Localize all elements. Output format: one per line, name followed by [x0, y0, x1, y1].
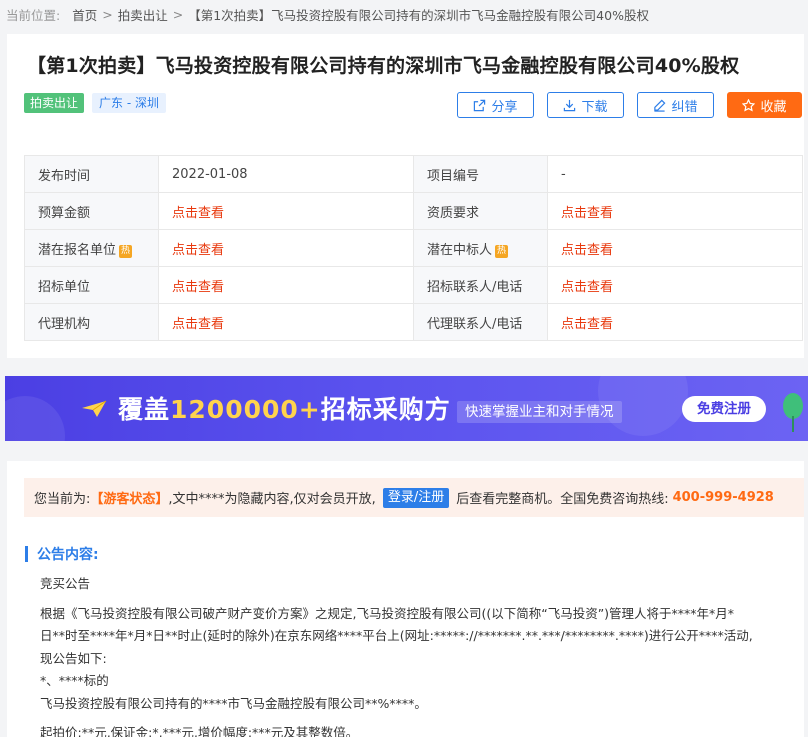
hot-badge: 热 [495, 244, 509, 258]
info-key: 代理联系人/电话 [413, 303, 548, 341]
announcement-card: 您当前为: 【游客状态】 ,文中****为隐藏内容,仅对会员开放, 登录/注册 … [7, 461, 804, 737]
info-key-with-badge: 潜在报名单位热 [24, 229, 159, 267]
announcement-heading: 竞买公告 [40, 576, 91, 591]
share-button[interactable]: 分享 [457, 92, 534, 118]
favorite-label: 收藏 [760, 99, 787, 115]
table-row: 预算金额 点击查看 资质要求 点击查看 [24, 192, 803, 230]
breadcrumb: 当前位置: 首页 > 拍卖出让 > 【第1次拍卖】飞马投资控股有限公司持有的深圳… [6, 4, 649, 24]
announcement-content: 竞买公告 根据《飞马投资控股有限公司破产财产变价方案》之规定,飞马投资控股有限公… [40, 573, 792, 737]
section-title: 公告内容: [25, 545, 99, 563]
info-key: 代理机构 [24, 303, 159, 341]
breadcrumb-category-link[interactable]: 拍卖出让 [118, 5, 168, 24]
breadcrumb-current: 【第1次拍卖】飞马投资控股有限公司持有的深圳市飞马金融控股有限公司40%股权 [188, 7, 649, 23]
star-icon [742, 98, 756, 112]
view-tenderer-link[interactable]: 点击查看 [158, 266, 414, 304]
notice-after: 后查看完整商机。全国免费咨询热线: [456, 492, 669, 507]
section-title-text: 公告内容: [37, 547, 99, 563]
announcement-paragraph: *、****标的 [40, 673, 109, 688]
info-key: 预算金额 [24, 192, 159, 230]
view-potential-applicants-link[interactable]: 点击查看 [158, 229, 414, 267]
info-value: 2022-01-08 [158, 155, 414, 193]
info-key: 项目编号 [413, 155, 548, 193]
section-title-bar [25, 546, 28, 562]
correct-label: 纠错 [671, 99, 698, 115]
guest-status: 【游客状态】 [90, 492, 169, 507]
info-key-with-badge: 潜在中标人热 [413, 229, 548, 267]
type-tag[interactable]: 拍卖出让 [24, 93, 85, 113]
info-key: 潜在中标人 [427, 242, 493, 258]
info-value: - [547, 155, 803, 193]
hotline-number: 400-999-4928 [672, 490, 774, 505]
table-row: 招标单位 点击查看 招标联系人/电话 点击查看 [24, 266, 803, 304]
promo-banner[interactable]: 覆盖1200000+招标采购方 快速掌握业主和对手情况 免费注册 [5, 376, 808, 441]
edit-icon [654, 99, 666, 112]
banner-decoration [5, 396, 65, 441]
download-icon [564, 99, 576, 111]
notice-prefix: 您当前为: [34, 492, 91, 507]
view-qualification-link[interactable]: 点击查看 [547, 192, 803, 230]
breadcrumb-label: 当前位置: [6, 7, 61, 23]
info-key: 潜在报名单位 [38, 242, 117, 258]
page-title: 【第1次拍卖】飞马投资控股有限公司持有的深圳市飞马金融控股有限公司40%股权 [27, 55, 740, 77]
banner-headline-suffix: 招标采购方 [320, 395, 451, 424]
hot-badge: 热 [119, 244, 133, 258]
project-info-table: 发布时间 2022-01-08 项目编号 - 预算金额 点击查看 资质要求 点击… [24, 155, 803, 341]
project-header-card: 【第1次拍卖】飞马投资控股有限公司持有的深圳市飞马金融控股有限公司40%股权 拍… [7, 34, 804, 358]
info-key: 发布时间 [24, 155, 159, 193]
banner-headline: 覆盖1200000+招标采购方 [118, 390, 451, 426]
view-potential-winners-link[interactable]: 点击查看 [547, 229, 803, 267]
announcement-paragraph: 日**时至****年*月*日**时止(延时的除外)在京东网络****平台上(网址… [40, 628, 753, 643]
tree-icon [783, 393, 803, 432]
notice-middle: ,文中****为隐藏内容,仅对会员开放, [168, 492, 376, 507]
paper-plane-icon [82, 400, 107, 417]
announcement-paragraph: 现公告如下: [40, 650, 107, 666]
share-icon [474, 99, 486, 111]
table-row: 发布时间 2022-01-08 项目编号 - [24, 155, 803, 193]
correct-error-button[interactable]: 纠错 [637, 92, 714, 118]
download-label: 下载 [581, 99, 608, 115]
free-register-button[interactable]: 免费注册 [682, 396, 766, 422]
table-row: 代理机构 点击查看 代理联系人/电话 点击查看 [24, 303, 803, 341]
banner-subtitle: 快速掌握业主和对手情况 [457, 401, 622, 423]
share-label: 分享 [491, 99, 518, 115]
favorite-button[interactable]: 收藏 [727, 92, 802, 118]
banner-headline-prefix: 覆盖 [118, 395, 171, 424]
view-tenderer-contact-link[interactable]: 点击查看 [547, 266, 803, 304]
view-agency-link[interactable]: 点击查看 [158, 303, 414, 341]
info-key: 招标单位 [24, 266, 159, 304]
login-register-button[interactable]: 登录/注册 [382, 487, 450, 508]
download-button[interactable]: 下载 [547, 92, 624, 118]
view-budget-link[interactable]: 点击查看 [158, 192, 414, 230]
breadcrumb-separator: > [172, 6, 184, 22]
view-agency-contact-link[interactable]: 点击查看 [547, 303, 803, 341]
table-row: 潜在报名单位热 点击查看 潜在中标人热 点击查看 [24, 229, 803, 267]
guest-notice: 您当前为: 【游客状态】 ,文中****为隐藏内容,仅对会员开放, 登录/注册 … [24, 478, 804, 517]
info-key: 招标联系人/电话 [413, 266, 548, 304]
region-tag[interactable]: 广东 - 深圳 [92, 93, 166, 113]
breadcrumb-separator: > [102, 6, 113, 22]
banner-headline-number: 1200000+ [170, 395, 321, 424]
announcement-paragraph: 飞马投资控股有限公司持有的****市飞马金融控股有限公司**%****。 [40, 695, 427, 711]
breadcrumb-home-link[interactable]: 首页 [72, 5, 97, 24]
info-key: 资质要求 [413, 192, 548, 230]
announcement-paragraph: 根据《飞马投资控股有限公司破产财产变价方案》之规定,飞马投资控股有限公司((以下… [40, 605, 735, 621]
announcement-paragraph: 起拍价:**元,保证金:*,***元,增价幅度:***元及其整数倍。 [40, 725, 359, 737]
